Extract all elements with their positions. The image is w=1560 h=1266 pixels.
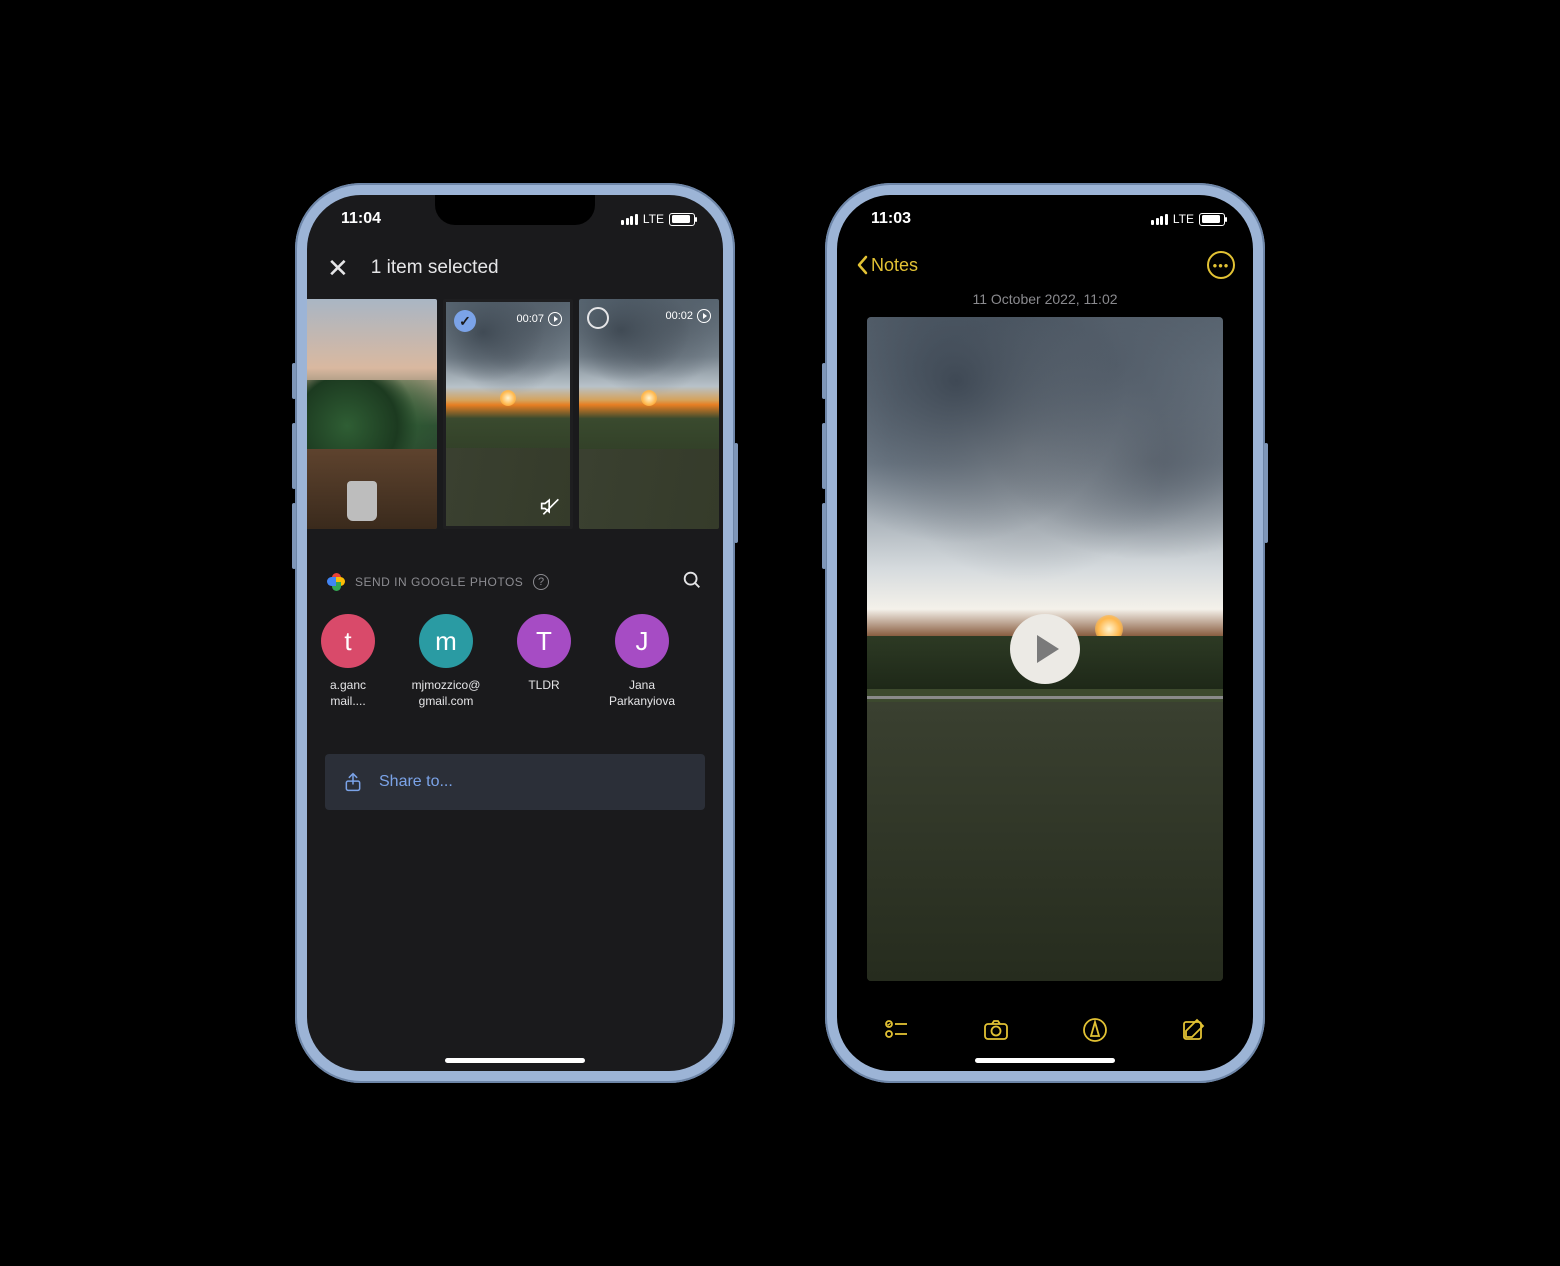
media-thumb-selected[interactable]: ✓ 00:07: [443, 299, 573, 529]
share-icon: [343, 770, 363, 794]
close-icon[interactable]: ✕: [327, 255, 349, 281]
send-in-photos-row: SEND IN GOOGLE PHOTOS ?: [327, 569, 703, 594]
back-label: Notes: [871, 255, 918, 276]
media-thumb[interactable]: 00:02: [579, 299, 719, 529]
avatar: T: [517, 614, 571, 668]
share-to-label: Share to...: [379, 773, 453, 791]
contact-label: JanaParkanyiova: [609, 678, 675, 708]
status-time: 11:03: [871, 210, 911, 228]
network-label: LTE: [643, 212, 664, 226]
note-actions-button[interactable]: •••: [1207, 251, 1235, 279]
selected-check-icon: ✓: [454, 310, 476, 332]
battery-icon: [669, 213, 695, 226]
media-thumb[interactable]: [307, 299, 437, 529]
contacts-row[interactable]: t a.gancmail.... m mjmozzico@gmail.com T…: [307, 594, 703, 708]
phone-left: 11:04 LTE ✕ 1 item selected ✓ 00:07: [295, 183, 735, 1083]
checklist-icon[interactable]: [883, 1016, 911, 1049]
play-button[interactable]: [1010, 614, 1080, 684]
mute-icon: [540, 496, 560, 516]
avatar: J: [615, 614, 669, 668]
notch: [965, 195, 1125, 225]
note-timestamp: 11 October 2022, 11:02: [837, 291, 1253, 317]
contact-item[interactable]: T TLDR: [503, 614, 585, 708]
send-label: SEND IN GOOGLE PHOTOS: [355, 575, 523, 589]
back-button[interactable]: Notes: [855, 255, 918, 276]
more-contacts-button[interactable]: ••• More: [699, 614, 703, 708]
share-header: ✕ 1 item selected: [307, 243, 723, 299]
signal-icon: [621, 214, 638, 225]
selection-title: 1 item selected: [371, 257, 499, 279]
google-photos-share-screen: 11:04 LTE ✕ 1 item selected ✓ 00:07: [307, 195, 723, 1071]
battery-icon: [1199, 213, 1225, 226]
avatar: m: [419, 614, 473, 668]
play-mini-icon: [548, 312, 562, 326]
avatar: t: [321, 614, 375, 668]
camera-icon[interactable]: [982, 1016, 1010, 1049]
compose-icon[interactable]: [1180, 1016, 1208, 1049]
chevron-left-icon: [855, 255, 869, 275]
contact-item[interactable]: J JanaParkanyiova: [601, 614, 683, 708]
play-mini-icon: [697, 309, 711, 323]
media-carousel[interactable]: ✓ 00:07 00:02: [307, 299, 723, 529]
contact-item[interactable]: m mjmozzico@gmail.com: [405, 614, 487, 708]
phone-right: 11:03 LTE Notes ••• 11 October 2022, 11:…: [825, 183, 1265, 1083]
select-ring-icon[interactable]: [587, 307, 609, 329]
help-icon[interactable]: ?: [533, 574, 549, 590]
contact-label: mjmozzico@gmail.com: [412, 678, 481, 708]
search-icon[interactable]: [681, 569, 703, 594]
note-body[interactable]: [837, 317, 1253, 1005]
home-indicator[interactable]: [975, 1058, 1115, 1063]
ellipsis-icon: •••: [1213, 259, 1230, 272]
status-time: 11:04: [341, 210, 381, 228]
signal-icon: [1151, 214, 1168, 225]
google-photos-logo-icon: [327, 573, 345, 591]
video-duration: 00:07: [516, 312, 562, 326]
markup-icon[interactable]: [1081, 1016, 1109, 1049]
notch: [435, 195, 595, 225]
home-indicator[interactable]: [445, 1058, 585, 1063]
notes-nav-bar: Notes •••: [837, 243, 1253, 291]
notes-app-screen: 11:03 LTE Notes ••• 11 October 2022, 11:…: [837, 195, 1253, 1071]
contact-item[interactable]: t a.gancmail....: [307, 614, 389, 708]
video-duration: 00:02: [665, 309, 711, 323]
share-to-button[interactable]: Share to...: [325, 754, 705, 810]
network-label: LTE: [1173, 212, 1194, 226]
contact-label: a.gancmail....: [330, 678, 366, 708]
contact-label: TLDR: [528, 678, 559, 708]
embedded-video[interactable]: [867, 317, 1223, 981]
